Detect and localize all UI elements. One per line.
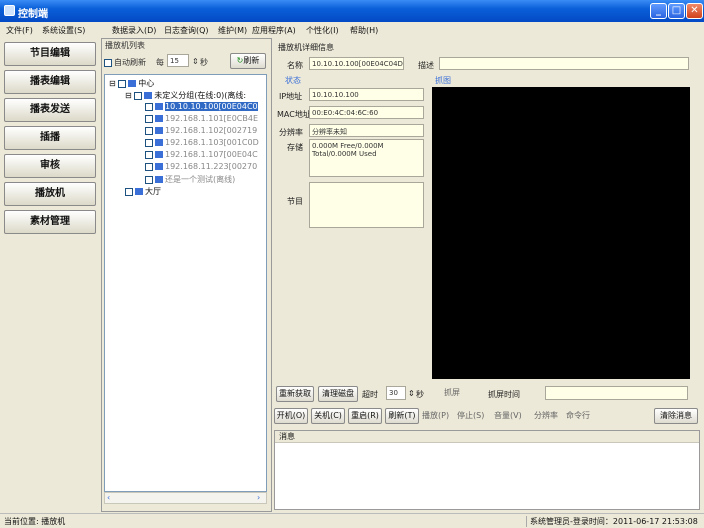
menu-settings[interactable]: 系统设置(S) — [42, 25, 85, 36]
timeout-label: 超时 — [362, 390, 378, 399]
timeout-sec-label: 秒 — [416, 390, 424, 399]
ip-field: 10.10.10.100 — [309, 88, 424, 101]
login-info: 系统管理员-登录时间：2011-06-17 21:53:08 — [526, 516, 698, 527]
minimize-button[interactable]: _ — [650, 3, 667, 19]
refresh-player-button[interactable]: 刷新(T) — [385, 408, 419, 424]
tree-node-center[interactable]: ⊟ 中心 — [109, 78, 154, 89]
stop-button[interactable]: 停止(S) — [457, 408, 484, 424]
resolution-button[interactable]: 分辨率 — [534, 408, 558, 424]
app-icon — [4, 5, 15, 16]
screenshot-section-label: 抓图 — [435, 76, 451, 85]
restart-button[interactable]: 重启(R) — [348, 408, 382, 424]
menu-data-entry[interactable]: 数据录入(D) — [112, 25, 156, 36]
detail-title: 播放机详细信息 — [278, 43, 334, 52]
nav-playlist-edit[interactable]: 播表编辑 — [4, 70, 96, 94]
clear-disk-button[interactable]: 清理磁盘 — [318, 386, 358, 402]
status-bar: 当前位置: 播放机 系统管理员-登录时间：2011-06-17 21:53:08 — [0, 513, 704, 528]
menu-personalize[interactable]: 个性化(I) — [306, 25, 339, 36]
timeout-input[interactable]: 30 — [386, 386, 406, 400]
screenshot-preview — [432, 87, 690, 379]
message-list: 消息 — [274, 430, 700, 510]
ip-label: IP地址 — [279, 92, 303, 101]
menu-file[interactable]: 文件(F) — [6, 25, 33, 36]
auto-refresh-checkbox[interactable]: 自动刷新 — [104, 57, 146, 68]
storage-field: 0.000M Free/0.000M Total/0.000M Used — [309, 139, 424, 177]
name-label: 名称 — [287, 61, 303, 70]
command-button[interactable]: 命令行 — [566, 408, 590, 424]
clear-messages-button[interactable]: 清除消息 — [654, 408, 698, 424]
power-off-button[interactable]: 关机(C) — [311, 408, 345, 424]
name-field[interactable]: 10.10.10.100[00E04C04D( — [309, 57, 404, 70]
nav-playlist-send[interactable]: 播表发送 — [4, 98, 96, 122]
spin-arrows-icon[interactable]: ⇕ — [408, 389, 415, 398]
mac-field: 00:E0:4C:04:6C:60 — [309, 106, 424, 119]
nav-media[interactable]: 素材管理 — [4, 210, 96, 234]
nav-audit[interactable]: 审核 — [4, 154, 96, 178]
tree-node-player[interactable]: 192.168.1.102[002719 — [145, 126, 257, 135]
nav-program-edit[interactable]: 节目编辑 — [4, 42, 96, 66]
tree-node-group[interactable]: ⊟ 未定义分组(在线:0)(离线: — [125, 90, 246, 101]
mac-label: MAC地址 — [277, 110, 311, 119]
menu-help[interactable]: 帮助(H) — [350, 25, 378, 36]
capture-time-field — [545, 386, 688, 400]
player-tree: ⊟ 中心 ⊟ 未定义分组(在线:0)(离线: 10.10.10.100[00E0… — [104, 74, 267, 492]
scroll-right-icon[interactable]: › — [257, 493, 260, 502]
status-section-label: 状态 — [285, 76, 301, 85]
resolution-label: 分辨率 — [279, 128, 303, 137]
menu-bar: 文件(F) 系统设置(S) 数据录入(D) 日志查询(Q) 维护(M) 应用程序… — [0, 22, 704, 38]
maximize-button[interactable]: □ — [668, 3, 685, 19]
play-button[interactable]: 播放(P) — [422, 408, 449, 424]
program-label: 节目 — [287, 197, 303, 206]
capture-button[interactable]: 抓屏 — [444, 385, 460, 401]
sec-label: 秒 — [200, 58, 208, 67]
nav-panel: 节目编辑 播表编辑 播表发送 插播 审核 播放机 素材管理 — [0, 38, 100, 512]
capture-time-label: 抓屏时间 — [488, 390, 520, 399]
reget-button[interactable]: 重新获取 — [276, 386, 314, 402]
current-location: 当前位置: 播放机 — [4, 517, 66, 526]
power-on-button[interactable]: 开机(O) — [274, 408, 308, 424]
tree-horizontal-scrollbar[interactable]: ‹ › — [104, 492, 267, 504]
desc-label: 描述 — [418, 61, 434, 70]
spin-arrows-icon[interactable]: ⇕ — [192, 57, 199, 66]
menu-apps[interactable]: 应用程序(A) — [252, 25, 296, 36]
interval-input[interactable]: 15 — [167, 54, 189, 67]
tree-node-hall[interactable]: 大厅 — [125, 186, 161, 197]
close-button[interactable]: ✕ — [686, 3, 703, 19]
nav-insert-play[interactable]: 插播 — [4, 126, 96, 150]
nav-player[interactable]: 播放机 — [4, 182, 96, 206]
menu-log[interactable]: 日志查询(Q) — [164, 25, 209, 36]
program-field — [309, 182, 424, 228]
refresh-button[interactable]: ↻刷新 — [230, 53, 266, 69]
menu-maintain[interactable]: 维护(M) — [218, 25, 247, 36]
tree-node-player[interactable]: 192.168.1.103[001C0D — [145, 138, 259, 147]
storage-label: 存储 — [287, 143, 303, 152]
tree-node-player[interactable]: 192.168.1.101[E0CB4E — [145, 114, 258, 123]
tree-node-player[interactable]: 192.168.1.107[00E04C — [145, 150, 258, 159]
resolution-field: 分辨率未知 — [309, 124, 424, 137]
window-title: 控制端 — [18, 9, 48, 20]
scroll-left-icon[interactable]: ‹ — [107, 493, 110, 502]
player-list-title: 播放机列表 — [105, 41, 145, 50]
tree-node-player[interactable]: 还是一个测试(离线) — [145, 174, 235, 185]
desc-field[interactable] — [439, 57, 689, 70]
tree-node-player[interactable]: 10.10.10.100[00E04C0 — [145, 102, 258, 111]
every-label: 每 — [156, 58, 164, 67]
volume-button[interactable]: 音量(V) — [494, 408, 522, 424]
tree-node-player[interactable]: 192.168.11.223[00270 — [145, 162, 257, 171]
message-header: 消息 — [275, 431, 699, 443]
title-bar: 控制端 _ □ ✕ — [0, 0, 704, 22]
